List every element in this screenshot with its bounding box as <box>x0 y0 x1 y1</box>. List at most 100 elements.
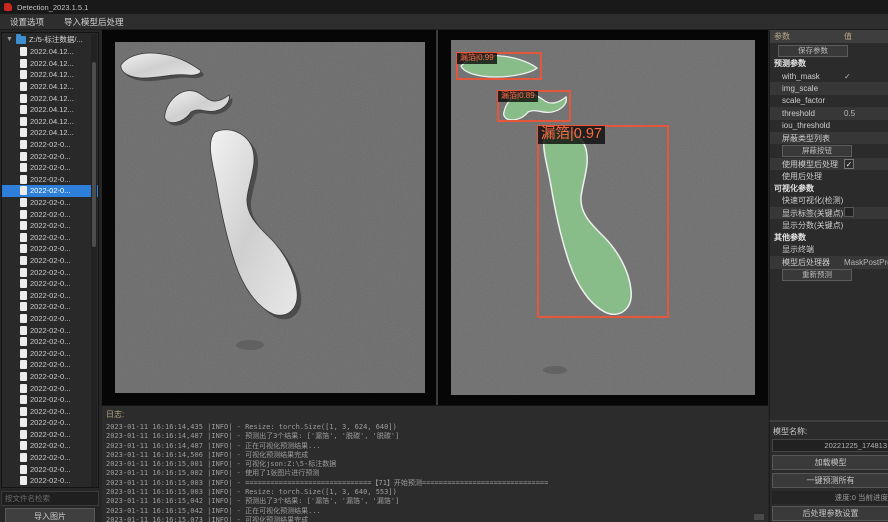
file-item[interactable]: 2022-02-0... <box>2 463 98 475</box>
file-name: 2022-02-0... <box>30 233 70 242</box>
param-label: 显示标签(关键点) <box>770 208 844 219</box>
model-panel: 模型名称: 20221225_174813 加载模型 一键预测所有 速度:0 当… <box>769 420 888 522</box>
predict-all-button[interactable]: 一键预测所有 <box>772 473 888 488</box>
param-row[interactable]: 显示标签(关键点) <box>770 207 888 219</box>
param-row[interactable]: 屏蔽类型列表 <box>770 132 888 144</box>
file-icon <box>20 221 27 230</box>
param-row[interactable]: 显示终端 <box>770 244 888 256</box>
param-row[interactable]: iou_threshold <box>770 120 888 132</box>
file-icon <box>20 465 27 474</box>
file-icon <box>20 140 27 149</box>
log-console[interactable]: 日志: 2023-01-11 16:16:14,435 |INFO| - Res… <box>102 405 768 522</box>
file-item[interactable]: 2022-02-0... <box>2 139 98 151</box>
file-item[interactable]: 2022-02-0... <box>2 382 98 394</box>
log-line: 2023-01-11 16:16:15,003 |INFO| - Resize:… <box>106 488 768 497</box>
file-name: 2022-02-0... <box>30 465 70 474</box>
file-item[interactable]: 2022-02-0... <box>2 289 98 301</box>
menu-settings[interactable]: 设置选项 <box>0 14 54 30</box>
file-item[interactable]: 2022-02-0... <box>2 232 98 244</box>
file-item[interactable]: 2022-02-0... <box>2 278 98 290</box>
app-icon <box>4 3 12 11</box>
param-section-title: 其他参数 <box>770 232 888 244</box>
param-label: 显示分数(关键点) <box>770 220 844 231</box>
param-button[interactable]: 屏蔽按钮 <box>782 145 852 157</box>
tree-root-folder[interactable]: ▼ Z:/5-标注数据/... <box>2 33 98 46</box>
file-icon <box>20 256 27 265</box>
file-icon <box>20 407 27 416</box>
log-scrollbar-thumb[interactable] <box>754 514 764 520</box>
file-icon <box>20 244 27 253</box>
file-item[interactable]: 2022-02-0... <box>2 405 98 417</box>
file-item[interactable]: 2022-02-0... <box>2 452 98 464</box>
param-row[interactable]: scale_factor <box>770 95 888 107</box>
menu-import-postprocess[interactable]: 导入模型后处理 <box>54 14 134 30</box>
file-item[interactable]: 2022.04.12... <box>2 81 98 93</box>
file-item[interactable]: 2022-02-0... <box>2 243 98 255</box>
file-item[interactable]: 2022-02-0... <box>2 185 98 197</box>
tree-scrollbar[interactable] <box>91 34 97 487</box>
window-title: Detection_2023.1.5.1 <box>17 3 88 12</box>
file-item[interactable]: 2022-02-0... <box>2 197 98 209</box>
param-row[interactable]: img_scale <box>770 82 888 94</box>
original-image-panel[interactable] <box>115 42 425 393</box>
file-item[interactable]: 2022-02-0... <box>2 301 98 313</box>
file-item[interactable]: 2022-02-0... <box>2 475 98 487</box>
file-item[interactable]: 2022.04.12... <box>2 58 98 70</box>
prediction-image-panel[interactable]: 漏箔|0.99 漏箔|0.89 漏箔|0.97 <box>451 40 755 395</box>
file-item[interactable]: 2022-02-0... <box>2 174 98 186</box>
param-row[interactable]: 使用后处理 <box>770 170 888 182</box>
file-item[interactable]: 2022.04.12... <box>2 92 98 104</box>
file-item[interactable]: 2022-02-0... <box>2 359 98 371</box>
param-row[interactable]: with_mask✓ <box>770 70 888 82</box>
chevron-down-icon[interactable]: ▼ <box>6 36 13 43</box>
parameter-panel: 参数 值 保存参数 预测参数with_mask✓img_scalescale_f… <box>769 30 888 420</box>
file-item[interactable]: 2022-02-0... <box>2 336 98 348</box>
file-list: 2022.04.12...2022.04.12...2022.04.12...2… <box>2 46 98 487</box>
file-item[interactable]: 2022-02-0... <box>2 266 98 278</box>
param-button[interactable]: 重新预测 <box>782 269 852 281</box>
checkbox[interactable] <box>844 207 854 217</box>
file-item[interactable]: 2022-02-0... <box>2 324 98 336</box>
detection-label: 漏箔|0.89 <box>498 91 538 102</box>
param-row[interactable]: threshold0.5 <box>770 107 888 119</box>
search-input[interactable] <box>1 491 99 506</box>
param-label: with_mask <box>770 72 844 81</box>
file-name: 2022.04.12... <box>30 128 74 137</box>
file-item[interactable]: 2022-02-0... <box>2 208 98 220</box>
postprocess-params-button[interactable]: 后处理参数设置 <box>772 506 888 521</box>
file-icon <box>20 233 27 242</box>
file-icon <box>20 441 27 450</box>
tree-scrollbar-thumb[interactable] <box>92 62 96 247</box>
param-row[interactable]: 模型后处理器MaskPostPro <box>770 256 888 268</box>
file-item[interactable]: 2022-02-0... <box>2 440 98 452</box>
import-images-button[interactable]: 导入图片 <box>5 508 95 522</box>
file-item[interactable]: 2022.04.12... <box>2 46 98 58</box>
file-item[interactable]: 2022-02-0... <box>2 313 98 325</box>
param-row[interactable]: 快速可视化(检测) <box>770 195 888 207</box>
image-viewer: 漏箔|0.99 漏箔|0.89 漏箔|0.97 <box>102 30 768 405</box>
file-name: 2022-02-0... <box>30 302 70 311</box>
file-item[interactable]: 2022-02-0... <box>2 371 98 383</box>
file-item[interactable]: 2022-02-0... <box>2 220 98 232</box>
file-item[interactable]: 2022.04.12... <box>2 104 98 116</box>
file-item[interactable]: 2022.04.12... <box>2 69 98 81</box>
file-tree[interactable]: ▼ Z:/5-标注数据/... 2022.04.12...2022.04.12.… <box>1 32 99 488</box>
file-item[interactable]: 2022-02-0... <box>2 394 98 406</box>
file-item[interactable]: 2022-02-0... <box>2 347 98 359</box>
file-name: 2022-02-0... <box>30 326 70 335</box>
param-row[interactable]: 使用模型后处理✓ <box>770 158 888 170</box>
file-item[interactable]: 2022-02-0... <box>2 255 98 267</box>
file-item[interactable]: 2022.04.12... <box>2 116 98 128</box>
param-button-row: 重新预测 <box>770 269 888 283</box>
file-item[interactable]: 2022-02-0... <box>2 429 98 441</box>
save-params-button[interactable]: 保存参数 <box>778 45 848 57</box>
detection-app-window: { "window": { "title": "Detection_2023.1… <box>0 0 888 522</box>
load-model-button[interactable]: 加载模型 <box>772 455 888 470</box>
model-name-field[interactable]: 20221225_174813 <box>772 439 888 452</box>
checkbox[interactable]: ✓ <box>844 159 854 169</box>
file-item[interactable]: 2022-02-0... <box>2 162 98 174</box>
file-item[interactable]: 2022.04.12... <box>2 127 98 139</box>
file-item[interactable]: 2022-02-0... <box>2 150 98 162</box>
param-row[interactable]: 显示分数(关键点) <box>770 219 888 231</box>
file-item[interactable]: 2022-02-0... <box>2 417 98 429</box>
